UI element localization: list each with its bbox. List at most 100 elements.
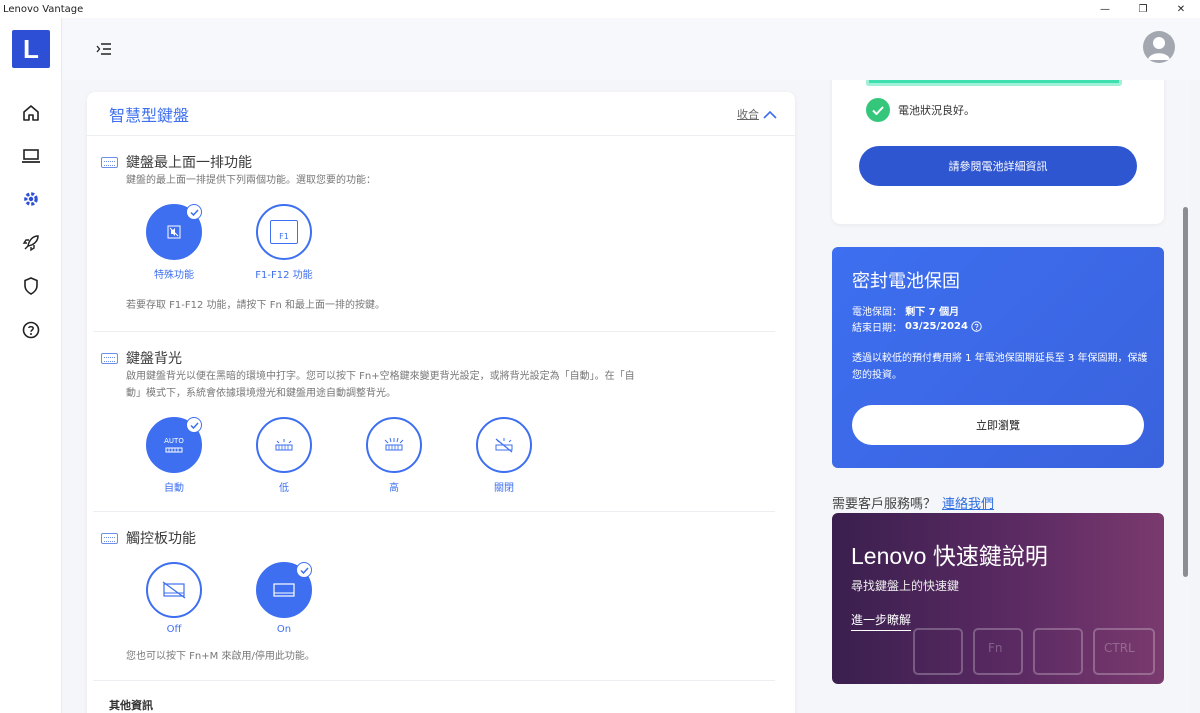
card-title: 智慧型鍵盤 [109, 106, 190, 125]
help-icon[interactable] [19, 318, 43, 342]
maximize-button[interactable]: ❐ [1124, 0, 1162, 18]
fn-key-label: Fn [988, 641, 1003, 655]
option-circle[interactable] [256, 562, 312, 618]
top-header [62, 18, 1200, 80]
collapse-button[interactable]: 收合 [737, 106, 777, 122]
chevron-up-icon [763, 110, 777, 119]
backlight-header: 鍵盤背光 [101, 348, 182, 368]
option-backlight-high[interactable]: 高 [354, 417, 434, 494]
divider [93, 511, 775, 512]
home-icon[interactable] [19, 101, 43, 125]
hotkey-promo-card[interactable]: Fn CTRL Lenovo 快速鍵說明 尋找鍵盤上的快速鍵 進一步瞭解 [832, 513, 1164, 684]
f1-key-text: F1 [279, 232, 289, 241]
contact-us-link[interactable]: 連絡我們 [942, 493, 994, 512]
option-label: Off [166, 624, 182, 635]
gear-icon[interactable] [19, 187, 43, 211]
option-circle[interactable] [256, 417, 312, 473]
section-title: 鍵盤最上面一排功能 [126, 155, 252, 171]
promo-subtitle: 尋找鍵盤上的快速鍵 [851, 579, 960, 593]
option-touchpad-off[interactable]: Off [134, 562, 214, 635]
option-label: 低 [279, 483, 289, 494]
option-label: On [276, 624, 292, 635]
warranty-description: 透過以較低的預付費用將 1 年電池保固期延長至 3 年保固期，保護您的投資。 [852, 353, 1148, 381]
backlight-auto-icon: AUTO [164, 437, 184, 453]
option-label: 高 [389, 483, 399, 494]
warranty-end-date: 結束日期： 03/25/2024 [852, 319, 982, 334]
menu-collapse-icon[interactable] [93, 38, 115, 60]
divider [93, 680, 775, 681]
mute-key-icon [167, 225, 181, 239]
battery-status: 電池狀況良好。 [866, 98, 975, 122]
touchpad-note: 您也可以按下 Fn+M 來啟用/停用此功能。 [126, 651, 315, 662]
option-label: 關閉 [494, 483, 514, 494]
checkmark-icon [296, 562, 312, 578]
collapse-label: 收合 [737, 108, 759, 121]
window-title: Lenovo Vantage [3, 3, 84, 15]
option-backlight-off[interactable]: 關閉 [464, 417, 544, 494]
customer-support: 需要客戶服務嗎？ 連絡我們 [832, 493, 994, 512]
warranty-value: 剩下 7 個月 [905, 307, 960, 318]
option-label: F1-F12 功能 [255, 270, 313, 281]
checkmark-icon [186, 417, 202, 433]
minimize-button[interactable]: — [1086, 0, 1124, 18]
user-avatar-icon[interactable] [1143, 31, 1175, 63]
section-title: 鍵盤背光 [126, 351, 182, 367]
sidebar: L [0, 18, 62, 713]
info-icon[interactable] [971, 321, 982, 332]
shield-icon[interactable] [19, 274, 43, 298]
keyboard-icon [101, 352, 118, 364]
scrollbar[interactable] [1183, 207, 1188, 577]
option-touchpad-on[interactable]: On [244, 562, 324, 635]
laptop-icon[interactable] [19, 144, 43, 168]
description-line: 動」模式下，系統會依據環境燈光和鍵盤用途自動調整背光。 [126, 388, 396, 399]
checkmark-icon [186, 204, 202, 220]
smart-keyboard-card: 智慧型鍵盤 收合 鍵盤最上面一排功能 鍵盤的最上面一排提供下列兩個功能。選取您要… [87, 92, 795, 713]
end-date-label: 結束日期： [852, 323, 902, 334]
option-backlight-low[interactable]: 低 [244, 417, 324, 494]
other-info-heading: 其他資訊 [109, 699, 153, 712]
option-backlight-auto[interactable]: AUTO 自動 [134, 417, 214, 494]
option-circle[interactable] [146, 562, 202, 618]
option-label: 特殊功能 [154, 270, 194, 281]
section-description: 鍵盤的最上面一排提供下列兩個功能。選取您要的功能： [126, 175, 376, 186]
main-content: 智慧型鍵盤 收合 鍵盤最上面一排功能 鍵盤的最上面一排提供下列兩個功能。選取您要… [62, 80, 1190, 713]
keyboard-icon [101, 532, 118, 544]
top-row-note: 若要存取 F1-F12 功能，請按下 Fn 和最上面一排的按鍵。 [126, 300, 386, 311]
option-special-function[interactable]: 特殊功能 [134, 204, 214, 281]
option-circle[interactable]: AUTO [146, 417, 202, 473]
section-title: 觸控板功能 [126, 531, 196, 547]
title-bar: Lenovo Vantage — ❐ ✕ [0, 0, 1200, 18]
keyboard-icon [101, 156, 118, 168]
auto-badge: AUTO [164, 437, 184, 445]
battery-details-button[interactable]: 請參閱電池詳細資訊 [859, 146, 1137, 186]
window-controls: — ❐ ✕ [1086, 0, 1200, 18]
section-description: 啟用鍵盤背光以便在黑暗的環境中打字。您可以按下 Fn+空格鍵來變更背光設定，或將… [126, 368, 635, 402]
backlight-off-icon [495, 438, 513, 453]
description-line: 啟用鍵盤背光以便在黑暗的環境中打字。您可以按下 Fn+空格鍵來變更背光設定，或將… [126, 371, 635, 382]
promo-title: Lenovo 快速鍵說明 [851, 543, 1048, 569]
option-circle[interactable] [146, 204, 202, 260]
ctrl-key-label: CTRL [1104, 641, 1135, 655]
learn-more-link[interactable]: 進一步瞭解 [851, 611, 912, 631]
option-circle[interactable] [366, 417, 422, 473]
backlight-high-icon [384, 438, 404, 451]
keyboard-background-image: Fn CTRL [913, 628, 1155, 675]
option-f1-f12[interactable]: F1 F1-F12 功能 [244, 204, 324, 281]
touchpad-header: 觸控板功能 [101, 528, 196, 548]
touchpad-off-icon [162, 581, 186, 599]
touchpad-on-icon [273, 583, 295, 597]
browse-now-button[interactable]: 立即瀏覽 [852, 405, 1144, 445]
f1-key-icon: F1 [270, 220, 298, 244]
warranty-title: 密封電池保固 [852, 271, 960, 292]
battery-warranty-card: 密封電池保固 電池保固： 剩下 7 個月 結束日期： 03/25/2024 透過… [832, 247, 1164, 468]
option-circle[interactable] [476, 417, 532, 473]
divider [93, 331, 775, 332]
rocket-icon[interactable] [19, 231, 43, 255]
close-button[interactable]: ✕ [1162, 0, 1200, 18]
warranty-label: 電池保固： [852, 307, 902, 318]
lenovo-logo[interactable]: L [12, 30, 50, 68]
checkmark-icon [866, 98, 890, 122]
backlight-low-icon [275, 439, 293, 451]
option-circle[interactable]: F1 [256, 204, 312, 260]
card-header: 智慧型鍵盤 收合 [87, 92, 795, 136]
